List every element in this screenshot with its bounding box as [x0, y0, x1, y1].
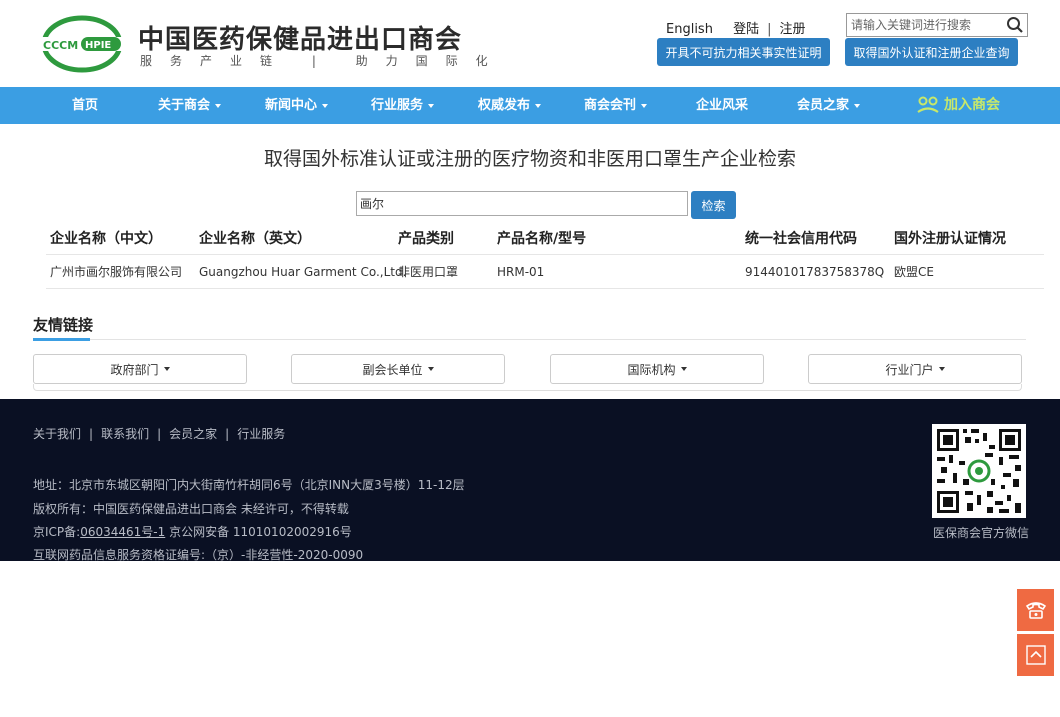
footer-link-members[interactable]: 会员之家: [169, 427, 217, 441]
separator: |: [89, 427, 94, 441]
qr-caption: 医保商会官方微信: [933, 526, 1030, 540]
friend-links-title: 友情链接: [33, 316, 94, 334]
site-slogan: 服务产业链 | 助力国际化: [140, 54, 506, 68]
join-link[interactable]: 加入商会: [916, 87, 1000, 124]
column-header: 企业名称（中文）: [50, 231, 162, 247]
cert-query-button[interactable]: 取得国外认证和注册企业查询: [845, 38, 1018, 66]
search-box: [846, 13, 1028, 37]
nav-item-home[interactable]: 首页: [72, 87, 98, 124]
caret-down-icon: [854, 103, 861, 108]
search-button[interactable]: 检索: [691, 191, 736, 219]
caret-down-icon: [938, 367, 945, 371]
header: CCCM HPIE 中国医药保健品进出口商会 服务产业链 | 助力国际化 Eng…: [0, 0, 1060, 87]
search-input[interactable]: [847, 14, 997, 36]
footer-links: 关于我们 | 联系我们 | 会员之家 | 行业服务: [33, 425, 285, 442]
dropdown-vice-president-units[interactable]: 副会长单位: [291, 354, 505, 384]
caret-down-icon: [163, 367, 170, 371]
footer-icp: 京ICP备:06034461号-1 京公网安备 11010102002916号: [33, 525, 352, 539]
footer-copyright: 版权所有：中国医药保健品进出口商会 未经许可，不得转载: [33, 502, 349, 516]
column-header: 国外注册认证情况: [894, 231, 1006, 247]
page-title: 取得国外标准认证或注册的医疗物资和非医用口罩生产企业检索: [263, 148, 796, 170]
title-underline: [33, 338, 90, 341]
caret-down-icon: [215, 103, 222, 108]
register-link[interactable]: 注册: [780, 22, 806, 37]
icp-link[interactable]: 06034461号-1: [80, 525, 165, 539]
main-nav: 首页 关于商会 新闻中心 行业服务 权威发布 商会会刊 企业风采 会员之家 加入…: [0, 87, 1060, 124]
caret-down-icon: [641, 103, 648, 108]
separator: |: [225, 427, 230, 441]
divider: [33, 339, 1026, 340]
table-cell: 欧盟CE: [894, 265, 934, 279]
table-header-row: 企业名称（中文） 企业名称（英文） 产品类别 产品名称/型号 统一社会信用代码 …: [46, 222, 1044, 255]
search-icon[interactable]: [1006, 16, 1024, 34]
results-table: 企业名称（中文） 企业名称（英文） 产品类别 产品名称/型号 统一社会信用代码 …: [46, 222, 1044, 289]
caret-down-icon: [427, 367, 434, 371]
people-icon: [917, 96, 939, 113]
table-cell: Guangzhou Huar Garment Co.,Ltd.: [199, 264, 407, 279]
table-cell: 91440101783758378Q: [745, 264, 885, 279]
nav-item-services[interactable]: 行业服务: [371, 87, 435, 124]
column-header: 统一社会信用代码: [745, 231, 857, 247]
svg-text:CCCM: CCCM: [43, 39, 78, 52]
nav-item-about[interactable]: 关于商会: [158, 87, 222, 124]
page: { "header": { "logo_text": "CCCM HPIE", …: [0, 0, 1060, 717]
nav-item-members[interactable]: 会员之家: [797, 87, 861, 124]
force-majeure-button[interactable]: 开具不可抗力相关事实性证明: [657, 38, 830, 66]
english-link[interactable]: English: [666, 22, 713, 37]
cccm-logo[interactable]: CCCM HPIE: [40, 14, 124, 74]
separator: [721, 22, 725, 37]
column-header: 产品类别: [398, 231, 454, 247]
footer-link-services[interactable]: 行业服务: [237, 427, 285, 441]
footer-drug-license: 互联网药品信息服务资格证编号:（京）-非经营性-2020-0090: [33, 548, 364, 562]
phone-icon: [1025, 602, 1046, 619]
site-title: 中国医药保健品进出口商会: [138, 25, 463, 55]
nav-item-releases[interactable]: 权威发布: [478, 87, 542, 124]
separator: |: [767, 22, 772, 37]
column-header: 企业名称（英文）: [199, 231, 311, 247]
table-cell: 广州市画尔服饰有限公司: [50, 265, 183, 279]
phone-button[interactable]: [1017, 589, 1054, 631]
caret-down-icon: [535, 103, 542, 108]
table-cell: HRM-01: [497, 264, 545, 279]
top-links: English 登陆 | 注册: [666, 18, 806, 37]
footer-link-contact[interactable]: 联系我们: [101, 427, 149, 441]
column-header: 产品名称/型号: [497, 231, 587, 247]
dropdown-international-orgs[interactable]: 国际机构: [550, 354, 764, 384]
back-to-top-button[interactable]: [1017, 634, 1054, 676]
wechat-qr-code: [932, 424, 1026, 518]
nav-item-enterprise[interactable]: 企业风采: [696, 87, 748, 124]
caret-down-icon: [428, 103, 435, 108]
dropdown-government[interactable]: 政府部门: [33, 354, 247, 384]
caret-down-icon: [680, 367, 687, 371]
login-link[interactable]: 登陆: [733, 22, 759, 37]
caret-down-icon: [322, 103, 329, 108]
separator: |: [157, 427, 162, 441]
table-row: 广州市画尔服饰有限公司 Guangzhou Huar Garment Co.,L…: [46, 255, 1044, 289]
company-search-input[interactable]: [356, 191, 688, 216]
nav-item-news[interactable]: 新闻中心: [265, 87, 329, 124]
links-panel: [33, 384, 1022, 391]
dropdown-industry-portals[interactable]: 行业门户: [808, 354, 1022, 384]
arrow-up-icon: [1025, 645, 1046, 665]
footer: 关于我们 | 联系我们 | 会员之家 | 行业服务 地址：北京市东城区朝阳门内大街南竹杆胡同…: [0, 399, 1060, 562]
footer-link-about[interactable]: 关于我们: [33, 427, 81, 441]
svg-text:HPIE: HPIE: [85, 40, 111, 51]
footer-address: 地址：北京市东城区朝阳门内大街南竹杆胡同6号（北京INN大厦3号楼）11-12层: [33, 478, 465, 492]
table-cell: 非医用口罩: [398, 265, 459, 279]
nav-item-journal[interactable]: 商会会刊: [584, 87, 648, 124]
